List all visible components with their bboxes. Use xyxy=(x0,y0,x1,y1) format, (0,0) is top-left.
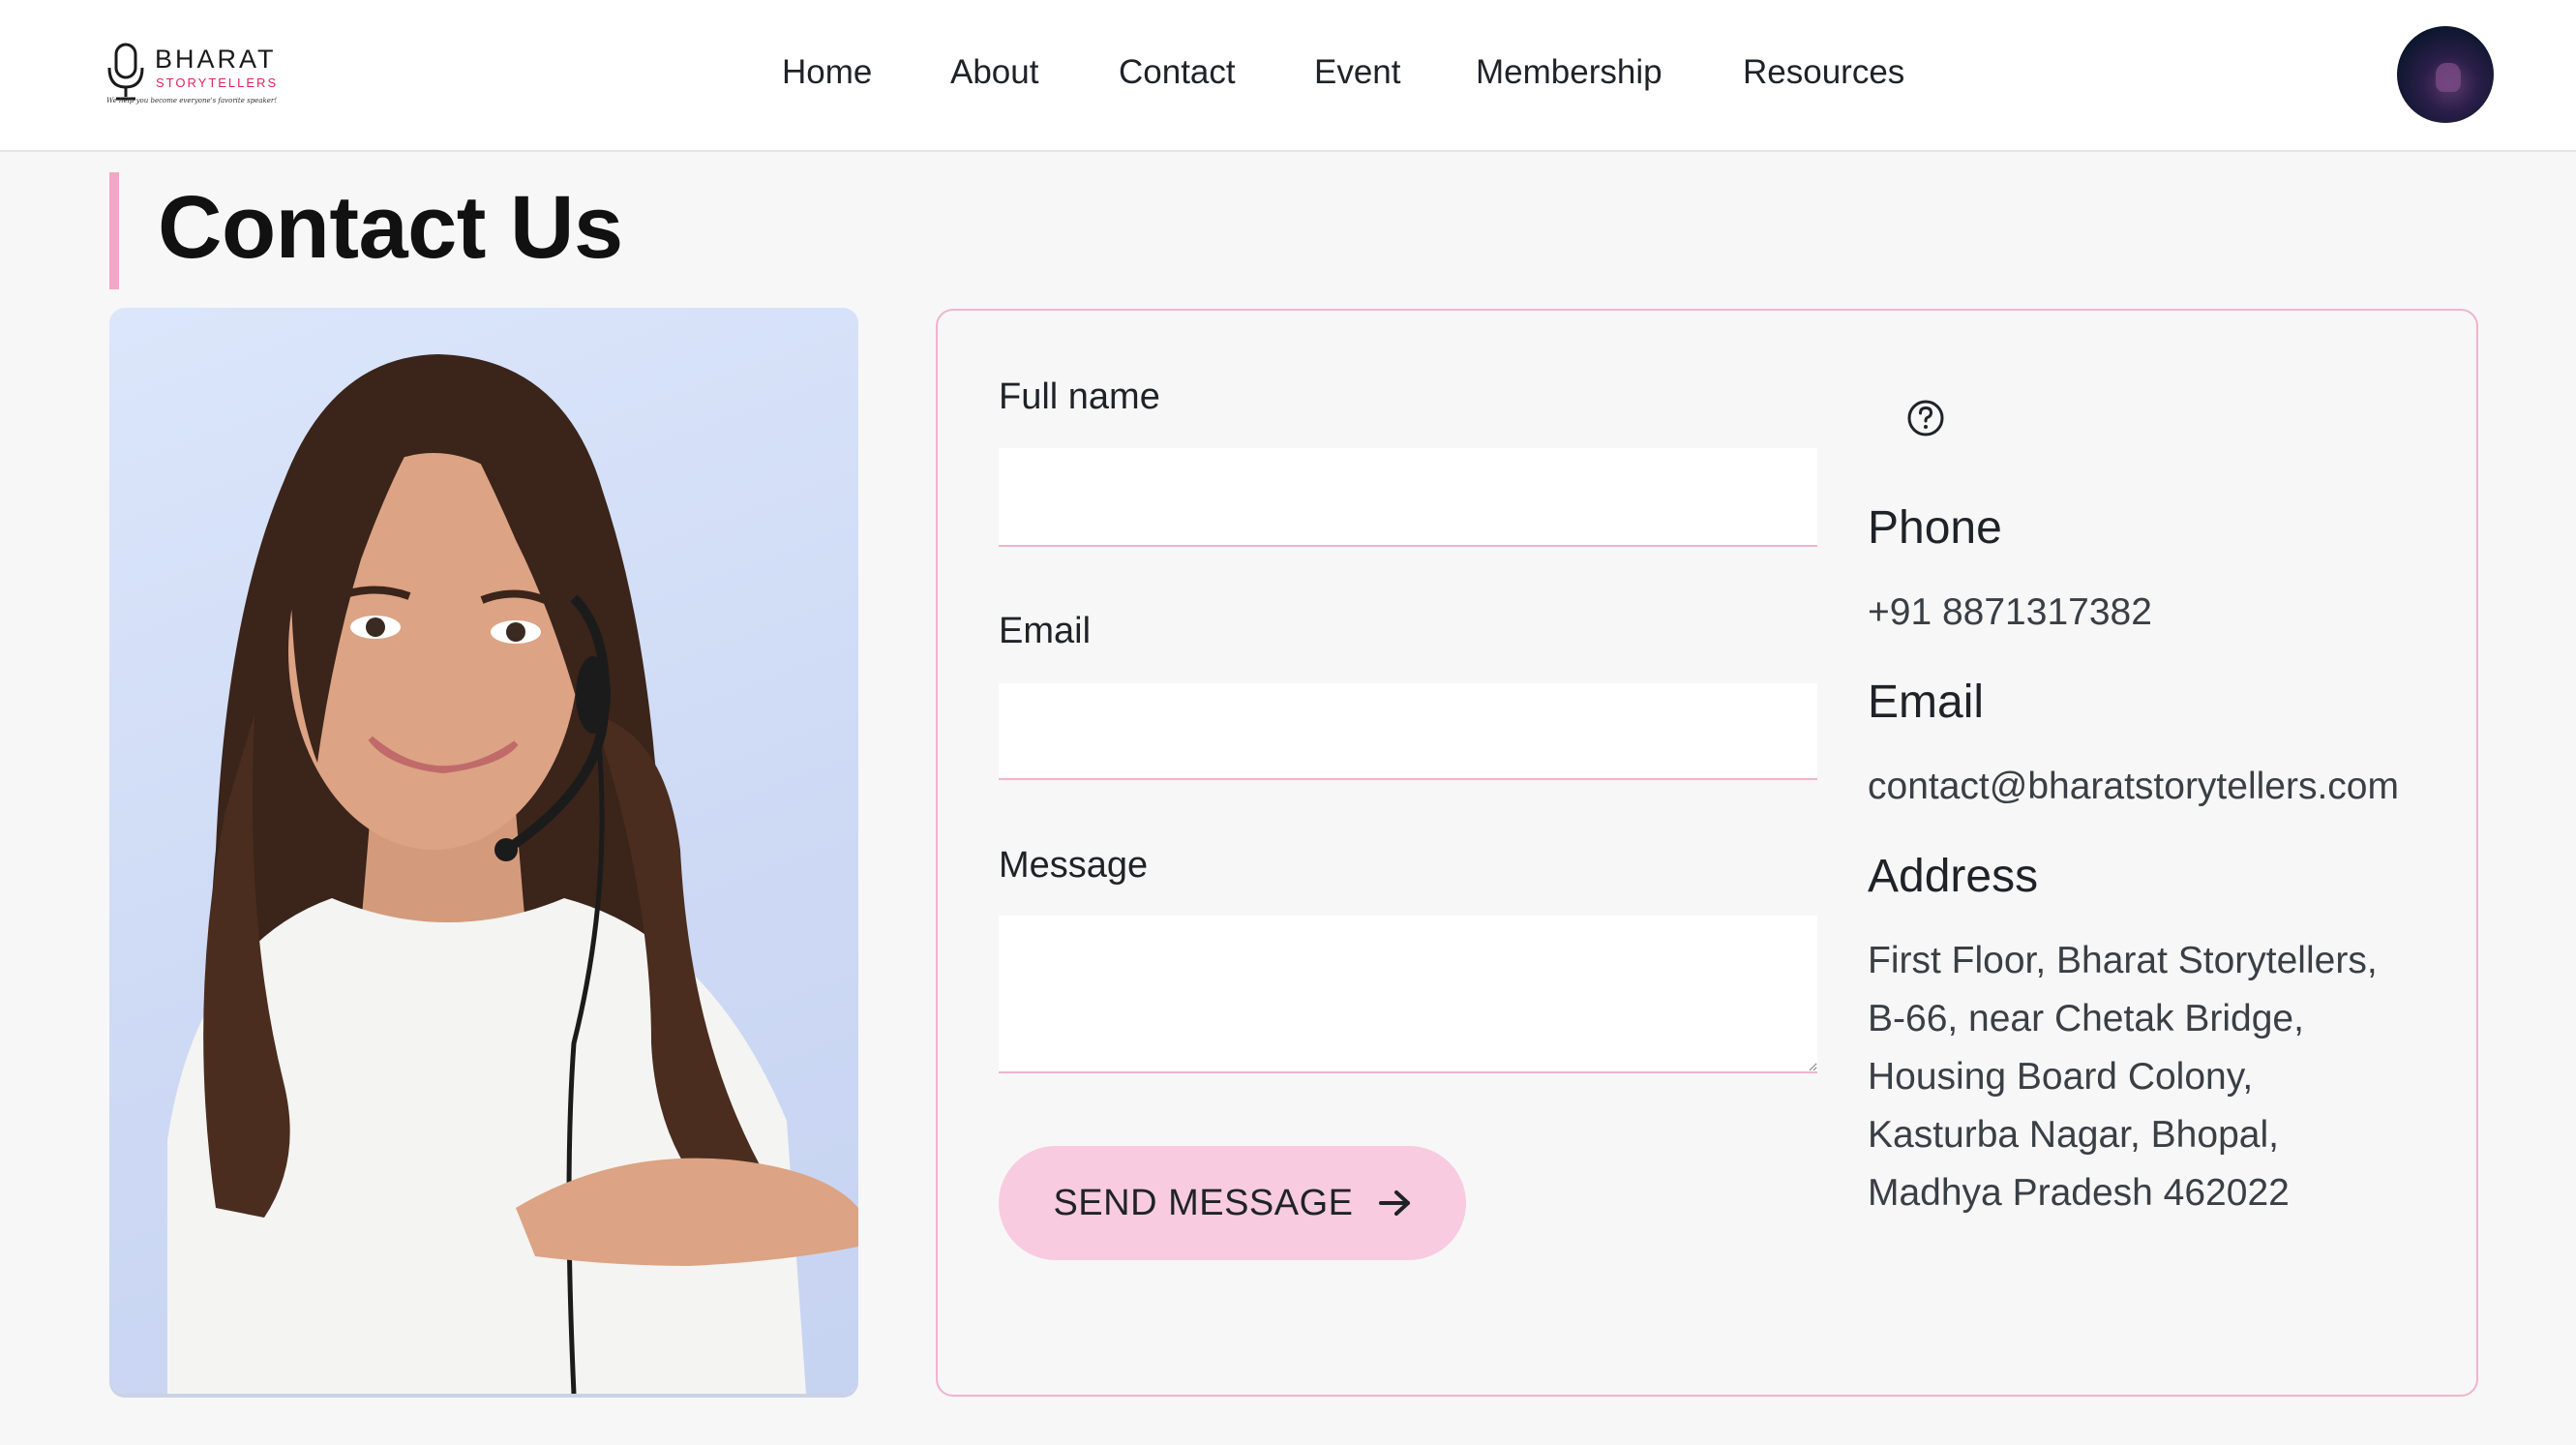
address-heading: Address xyxy=(1868,851,2039,902)
email-input[interactable] xyxy=(999,683,1817,780)
address-line: First Floor, Bharat Storytellers, xyxy=(1868,940,2378,981)
question-circle-icon[interactable] xyxy=(1906,399,1945,437)
site-header: BHARAT STORYTELLERS We help you become e… xyxy=(0,0,2576,152)
user-avatar[interactable] xyxy=(2397,26,2494,123)
address-line: Housing Board Colony, xyxy=(1868,1056,2254,1098)
page-title: Contact Us xyxy=(158,178,623,277)
support-agent-illustration xyxy=(167,354,858,1394)
contact-form-card: Full name Email Message SEND MESSAGE Pho… xyxy=(936,309,2478,1397)
phone-number[interactable]: +91 8871317382 xyxy=(1868,584,2152,642)
address-line: Madhya Pradesh 462022 xyxy=(1868,1172,2290,1214)
nav-home[interactable]: Home xyxy=(782,53,872,92)
nav-resources[interactable]: Resources xyxy=(1743,53,1904,92)
email-heading: Email xyxy=(1868,677,1985,728)
nav-contact[interactable]: Contact xyxy=(1119,53,1236,92)
nav-about[interactable]: About xyxy=(950,53,1038,92)
address-line: B-66, near Chetak Bridge, xyxy=(1868,998,2304,1039)
nav-event[interactable]: Event xyxy=(1314,53,1401,92)
title-accent-bar xyxy=(109,172,119,289)
message-textarea[interactable] xyxy=(999,916,1817,1073)
email-label: Email xyxy=(999,611,1092,651)
main-nav: Home About Contact Event Membership Reso… xyxy=(0,0,2576,152)
address-line: Kasturba Nagar, Bhopal, xyxy=(1868,1114,2279,1156)
email-address[interactable]: contact@bharatstorytellers.com xyxy=(1868,758,2399,816)
phone-heading: Phone xyxy=(1868,502,2002,554)
support-agent-photo xyxy=(109,308,858,1394)
fullname-input[interactable] xyxy=(999,448,1817,547)
arrow-right-icon xyxy=(1378,1190,1410,1216)
message-label: Message xyxy=(999,845,1149,886)
send-message-label: SEND MESSAGE xyxy=(1053,1182,1354,1223)
fullname-label: Full name xyxy=(999,376,1160,417)
nav-membership[interactable]: Membership xyxy=(1476,53,1662,92)
send-message-button[interactable]: SEND MESSAGE xyxy=(999,1146,1466,1260)
